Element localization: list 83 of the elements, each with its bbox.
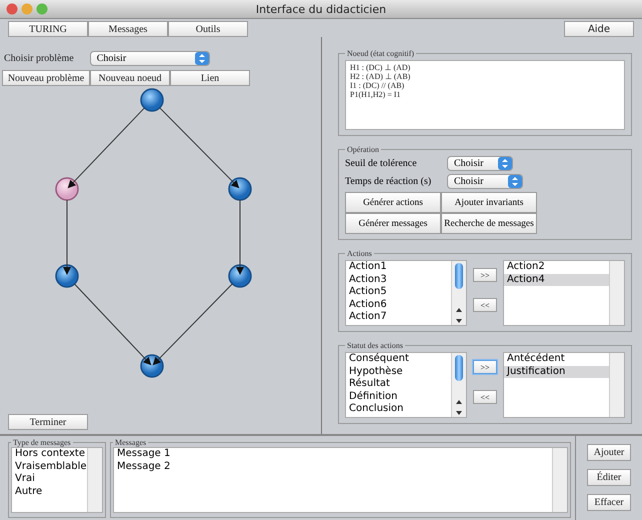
window-title: Interface du didacticien xyxy=(254,2,388,16)
message-button[interactable]: Ajouter xyxy=(587,444,631,461)
remove-button[interactable]: << xyxy=(473,390,497,404)
field-label: Temps de réaction (s) xyxy=(345,176,432,187)
list-item[interactable]: Action5 xyxy=(346,286,451,298)
list-item[interactable]: Antécédent xyxy=(504,353,609,366)
graph-button[interactable]: Nouveau noeud xyxy=(90,70,170,86)
panel-legend: Messages xyxy=(113,438,148,447)
target-list[interactable]: Action2 Action4 xyxy=(503,260,625,326)
text-line: H2 : (AD) ⊥ (AB) xyxy=(350,72,412,81)
up-arrow-icon[interactable] xyxy=(455,306,463,314)
stepper-icon xyxy=(194,52,209,65)
list-item[interactable]: Définition xyxy=(346,390,451,403)
stepper-icon xyxy=(508,175,522,188)
list-item[interactable]: Hors contexte xyxy=(12,448,87,460)
source-list[interactable]: Action1 Action3 Action5 Action6 Action7 xyxy=(345,260,467,326)
message-list[interactable]: Message 1 Message 2 xyxy=(113,447,568,513)
graph-node[interactable] xyxy=(55,177,79,201)
problem-select[interactable]: Choisir xyxy=(90,51,210,66)
list-item[interactable]: Action3 xyxy=(346,274,451,286)
select-field[interactable]: Choisir xyxy=(447,174,523,189)
up-arrow-icon[interactable] xyxy=(455,398,463,406)
field-label: Seuil de tolérence xyxy=(345,158,418,169)
list-item[interactable]: Résultat xyxy=(346,378,451,390)
list-item[interactable]: Action1 xyxy=(346,261,451,274)
select-field[interactable]: Choisir xyxy=(447,156,513,171)
scrollbar[interactable] xyxy=(451,353,466,417)
node-text-area[interactable]: H1 : (DC) ⊥ (AD) H2 : (AD) ⊥ (AB) I1 : (DC) // (AB) P1(H1,H2) = I1 xyxy=(345,60,625,130)
scrollbar[interactable] xyxy=(609,353,624,417)
list-item[interactable]: Hypothèse xyxy=(346,366,451,378)
text-line: P1(H1,H2) = I1 xyxy=(350,90,402,99)
operation-button[interactable]: Ajouter invariants xyxy=(441,192,537,213)
panel-legend: Statut des actions xyxy=(345,341,405,350)
scrollbar[interactable] xyxy=(87,448,102,512)
list-item[interactable]: Vraisemblable xyxy=(12,460,87,473)
scrollbar[interactable] xyxy=(552,448,567,512)
panel-legend: Type de messages xyxy=(11,438,73,447)
target-list[interactable]: Antécédent Justification xyxy=(503,352,625,418)
list-item[interactable]: Vrai xyxy=(12,473,87,486)
add-button[interactable]: >> xyxy=(473,360,497,374)
message-button[interactable]: Effacer xyxy=(587,494,631,511)
list-item[interactable]: Message 1 xyxy=(114,448,552,460)
add-button[interactable]: >> xyxy=(473,268,497,282)
operation-button[interactable]: Recherche de messages xyxy=(441,213,537,234)
list-item[interactable]: Autre xyxy=(12,486,87,498)
list-item[interactable]: Action6 xyxy=(346,298,451,311)
menu-tab[interactable]: Outils xyxy=(168,21,248,37)
panel-legend: Actions xyxy=(345,249,374,258)
text-line: H1 : (DC) ⊥ (AD) xyxy=(350,63,412,72)
graph-node[interactable] xyxy=(140,88,164,112)
operation-button[interactable]: Générer actions xyxy=(345,192,441,213)
list-item[interactable]: Conséquent xyxy=(346,353,451,366)
source-list[interactable]: Conséquent Hypothèse Résultat Définition Conclusion xyxy=(345,352,467,418)
text-line: I1 : (DC) // (AB) xyxy=(350,81,406,90)
graph-node[interactable] xyxy=(228,177,252,201)
field-label: Choisir problème xyxy=(4,53,74,64)
graph-node[interactable] xyxy=(140,354,164,378)
scrollbar[interactable] xyxy=(451,261,466,325)
list-item[interactable]: Conclusion xyxy=(346,403,451,416)
scrollbar[interactable] xyxy=(609,261,624,325)
panel-legend: Opération xyxy=(345,145,381,154)
list-item[interactable]: Action4 xyxy=(504,274,609,286)
message-button[interactable]: Éditer xyxy=(587,469,631,486)
down-arrow-icon[interactable] xyxy=(455,317,463,325)
finish-button[interactable]: Terminer xyxy=(8,414,88,430)
graph-button[interactable]: Lien xyxy=(170,70,250,86)
help-button[interactable]: Aide xyxy=(564,21,634,37)
down-arrow-icon[interactable] xyxy=(455,409,463,417)
graph-node[interactable] xyxy=(55,264,79,288)
list-item[interactable]: Action2 xyxy=(504,261,609,274)
menu-tab[interactable]: TURING xyxy=(8,21,88,37)
menu-tab[interactable]: Messages xyxy=(88,21,168,37)
remove-button[interactable]: << xyxy=(473,298,497,312)
message-type-list[interactable]: Hors contexte Vraisemblable Vrai Autre xyxy=(11,447,103,513)
list-item[interactable]: Message 2 xyxy=(114,460,552,473)
list-item[interactable]: Justification xyxy=(504,366,609,378)
operation-button[interactable]: Générer messages xyxy=(345,213,441,234)
graph-node[interactable] xyxy=(228,264,252,288)
graph-button[interactable]: Nouveau problème xyxy=(2,70,90,86)
close-icon[interactable] xyxy=(6,3,18,15)
list-item[interactable]: Action7 xyxy=(346,311,451,324)
panel-legend: Noeud (état cognitif) xyxy=(345,49,416,58)
stepper-icon xyxy=(498,157,512,170)
